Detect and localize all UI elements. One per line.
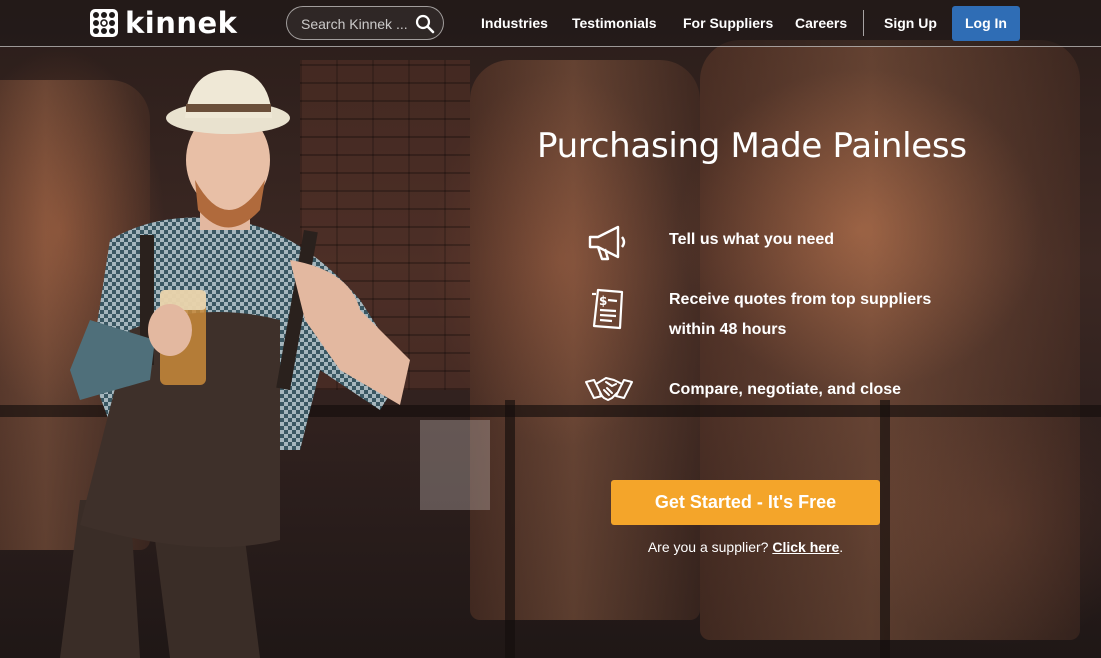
- search-box: [286, 6, 444, 40]
- supplier-prompt-suffix: .: [839, 539, 844, 555]
- nav-link-sign-up[interactable]: Sign Up: [884, 14, 937, 32]
- search-input[interactable]: [299, 13, 415, 35]
- step-2-text-line-1: Receive quotes from top suppliers: [669, 291, 932, 308]
- get-started-button[interactable]: Get Started - It's Free: [611, 480, 880, 525]
- nav-link-testimonials[interactable]: Testimonials: [572, 14, 657, 32]
- nav-link-careers[interactable]: Careers: [795, 14, 847, 32]
- nav-link-for-suppliers[interactable]: For Suppliers: [683, 14, 773, 32]
- supplier-prompt: Are you a supplier? Click here.: [611, 538, 880, 556]
- kinnek-logo[interactable]: kinnek: [90, 8, 237, 38]
- nav-divider: [863, 10, 864, 36]
- top-navbar: kinnek Industries Testimonials For Suppl…: [0, 0, 1101, 47]
- step-3-text: Compare, negotiate, and close: [669, 381, 902, 398]
- background-beam: [880, 400, 890, 658]
- logo-wordmark: kinnek: [125, 6, 238, 40]
- search-icon[interactable]: [415, 14, 435, 34]
- supplier-click-here-link[interactable]: Click here: [772, 539, 839, 555]
- landing-page: kinnek Industries Testimonials For Suppl…: [0, 0, 1101, 658]
- nav-link-industries[interactable]: Industries: [481, 14, 548, 32]
- login-button[interactable]: Log In: [952, 6, 1020, 41]
- logo-mark-icon: [90, 9, 118, 37]
- quote-document-icon: $: [592, 288, 624, 330]
- step-2-text-line-2: within 48 hours: [669, 321, 787, 338]
- background-window: [420, 420, 490, 510]
- background-beam: [505, 400, 515, 658]
- hero-person-image: [60, 70, 410, 658]
- step-1-text: Tell us what you need: [669, 231, 835, 248]
- supplier-prompt-text: Are you a supplier?: [647, 539, 769, 555]
- megaphone-icon: [588, 225, 626, 261]
- hero-title: Purchasing Made Painless: [537, 126, 967, 166]
- svg-text:$: $: [599, 294, 607, 308]
- handshake-icon: [585, 377, 633, 401]
